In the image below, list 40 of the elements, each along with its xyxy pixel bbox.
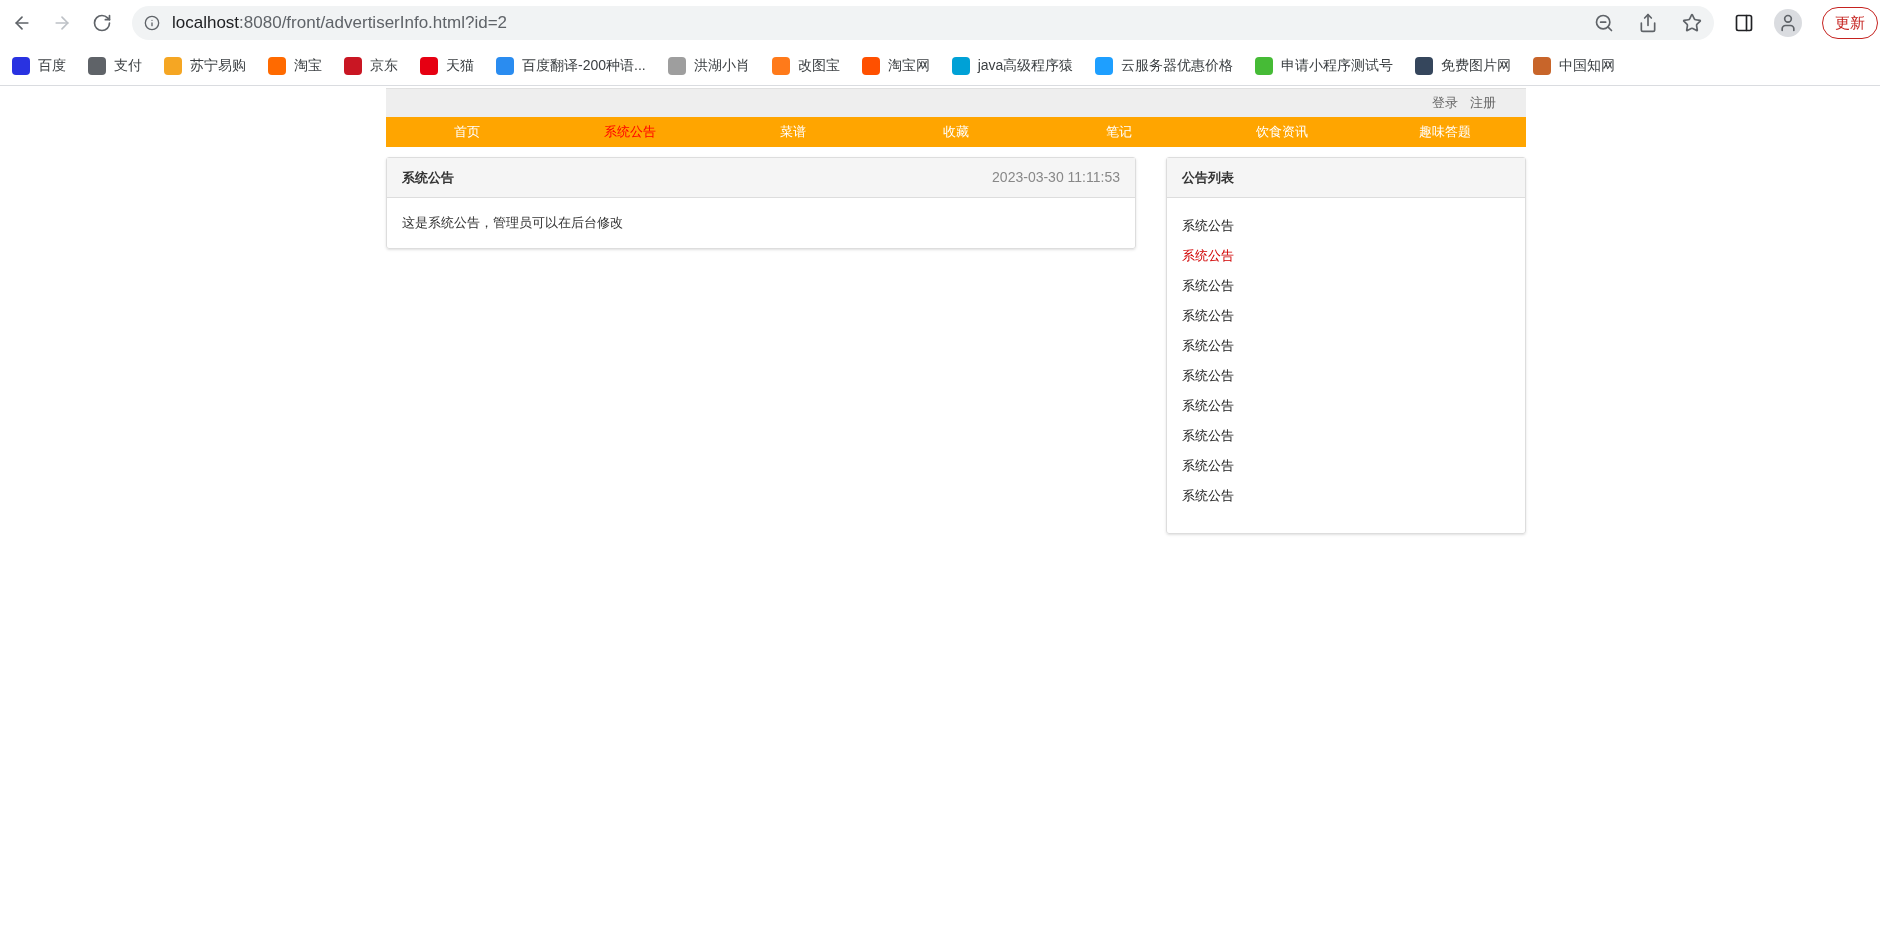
notice-list-link[interactable]: 系统公告 [1182,391,1234,421]
side-panel-icon[interactable] [1734,13,1754,33]
bookmark-star-icon[interactable] [1682,13,1702,33]
bookmark-item[interactable]: 中国知网 [1533,55,1616,76]
bookmark-item[interactable]: 改图宝 [771,55,840,76]
bookmark-item[interactable]: 百度翻译-200种语... [496,55,646,76]
notice-body: 这是系统公告，管理员可以在后台修改 [402,214,623,233]
bookmark-item[interactable]: 洪湖小肖 [667,55,750,76]
notice-list-link[interactable]: 系统公告 [1182,331,1234,361]
top-link[interactable]: 登录 [1432,93,1458,113]
info-icon[interactable] [144,15,160,31]
bookmark-item[interactable]: 淘宝网 [861,55,930,76]
bookmark-item[interactable]: java高级程序猿 [951,55,1074,76]
notice-list-link[interactable]: 系统公告 [1182,451,1234,481]
profile-avatar[interactable] [1774,9,1802,37]
top-link[interactable]: 注册 [1470,93,1496,113]
share-icon[interactable] [1638,13,1658,33]
notice-list-link[interactable]: 系统公告 [1182,211,1234,241]
bookmark-item[interactable]: 云服务器优惠价格 [1095,55,1234,76]
card-title: 系统公告 [402,168,454,187]
notice-list-link[interactable]: 系统公告 [1182,421,1234,451]
reload-icon[interactable] [92,13,112,33]
notice-list-link[interactable]: 系统公告 [1182,361,1234,391]
zoom-icon[interactable] [1594,13,1614,33]
notice-list-link[interactable]: 系统公告 [1182,301,1234,331]
bookmark-item[interactable]: 申请小程序测试号 [1255,55,1394,76]
notice-time: 2023-03-30 11:11:53 [992,168,1120,187]
bookmark-item[interactable]: 苏宁易购 [164,55,246,76]
url-text: localhost:8080/front/advertiserInfo.html?id=2 [172,12,509,35]
notice-list-link[interactable]: 系统公告 [1182,271,1234,301]
notice-list-link[interactable]: 系统公告 [1182,481,1234,511]
bookmark-item[interactable]: 支付 [88,55,142,76]
bookmark-item[interactable]: 百度 [12,55,66,76]
card-title: 公告列表 [1182,168,1234,187]
bookmark-item[interactable]: 京东 [344,55,398,76]
bookmark-item[interactable]: 免费图片网 [1415,55,1512,76]
bookmark-item[interactable]: 淘宝 [268,55,322,76]
notice-list-link[interactable]: 系统公告 [1182,241,1234,271]
address-bar[interactable]: localhost:8080/front/advertiserInfo.html?id=2 [132,6,1714,40]
bookmark-item[interactable]: 天猫 [420,55,474,76]
